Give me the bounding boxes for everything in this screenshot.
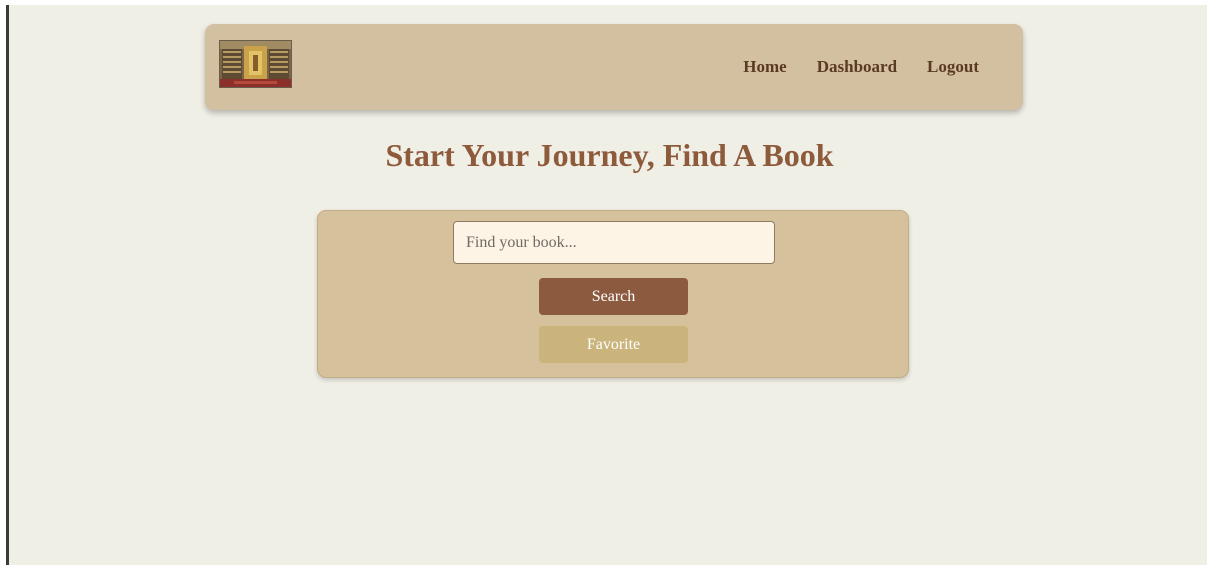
- search-button[interactable]: Search: [539, 278, 688, 315]
- nav-links: Home Dashboard Logout: [743, 24, 979, 110]
- library-logo-image[interactable]: [219, 40, 292, 88]
- nav-logout-link[interactable]: Logout: [927, 57, 979, 77]
- book-search-input[interactable]: [453, 221, 775, 264]
- top-navbar: Home Dashboard Logout: [205, 24, 1023, 110]
- favorite-button[interactable]: Favorite: [539, 326, 688, 363]
- browser-viewport: Home Dashboard Logout Start Your Journey…: [6, 5, 1207, 565]
- nav-home-link[interactable]: Home: [743, 57, 786, 77]
- library-interior-image: [220, 41, 291, 87]
- nav-dashboard-link[interactable]: Dashboard: [817, 57, 897, 77]
- search-panel: Search Favorite: [317, 210, 909, 378]
- page-title: Start Your Journey, Find A Book: [385, 137, 834, 173]
